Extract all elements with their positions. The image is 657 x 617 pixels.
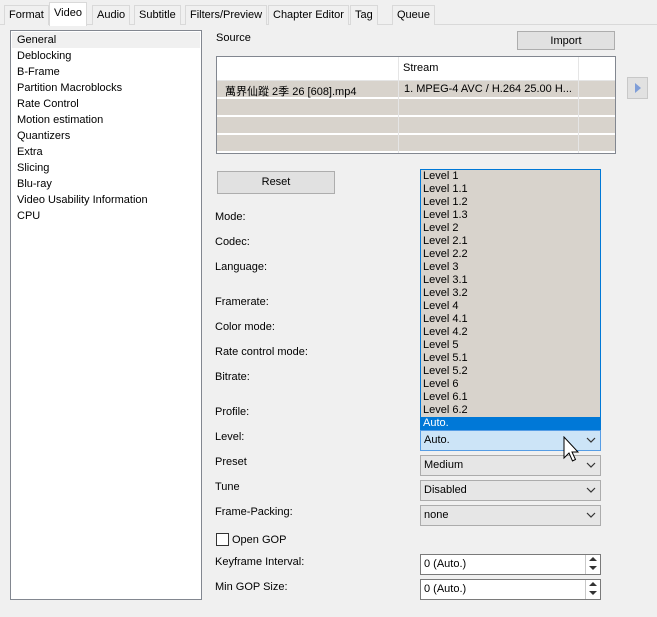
open-gop-checkbox[interactable] — [216, 533, 229, 546]
import-button[interactable]: Import — [517, 31, 615, 50]
nav-item-general[interactable]: General — [17, 32, 56, 48]
grid-column-divider — [398, 57, 399, 153]
frame-packing-combo-value: none — [424, 509, 449, 521]
source-stream-grid[interactable]: Stream 萬界仙蹤 2季 26 [608].mp4 1. MPEG-4 AV… — [216, 56, 616, 154]
grid-header: Stream — [217, 57, 615, 81]
settings-nav-list[interactable]: General Deblocking B-Frame Partition Mac… — [10, 30, 202, 600]
mouse-pointer-icon — [563, 436, 579, 462]
bottom-strip — [0, 600, 657, 617]
nav-item-cpu[interactable]: CPU — [17, 208, 40, 224]
spin-down-icon[interactable] — [589, 591, 597, 595]
nav-item-b-frame[interactable]: B-Frame — [17, 64, 60, 80]
chevron-down-icon — [586, 512, 596, 518]
dropdown-option[interactable]: Level 2 — [421, 222, 600, 235]
dropdown-option[interactable]: Level 1 — [421, 170, 600, 183]
source-label: Source — [216, 32, 251, 44]
row-stream-cell: 1. MPEG-4 AVC / H.264 25.00 H... — [404, 83, 572, 95]
dropdown-option[interactable]: Level 6.1 — [421, 391, 600, 404]
min-gop-size-label: Min GOP Size: — [215, 581, 288, 593]
table-row-empty — [217, 117, 615, 134]
framerate-label: Framerate: — [215, 296, 269, 308]
tab-chapter-editor[interactable]: Chapter Editor — [268, 5, 349, 25]
keyframe-interval-spinner[interactable]: 0 (Auto.) — [420, 554, 601, 575]
profile-label: Profile: — [215, 406, 250, 418]
rate-control-mode-label: Rate control mode: — [215, 346, 308, 358]
dropdown-option[interactable]: Level 1.3 — [421, 209, 600, 222]
grid-column-divider — [578, 57, 579, 153]
nav-item-blu-ray[interactable]: Blu-ray — [17, 176, 52, 192]
spin-down-icon[interactable] — [589, 566, 597, 570]
nav-item-partition-macroblocks[interactable]: Partition Macroblocks — [17, 80, 122, 96]
level-dropdown-list[interactable]: Level 1 Level 1.1 Level 1.2 Level 1.3 Le… — [420, 169, 601, 430]
nav-item-quantizers[interactable]: Quantizers — [17, 128, 70, 144]
play-arrow-icon — [635, 83, 641, 93]
dropdown-option[interactable]: Level 1.2 — [421, 196, 600, 209]
dropdown-option[interactable]: Level 5.2 — [421, 365, 600, 378]
dropdown-option[interactable]: Level 1.1 — [421, 183, 600, 196]
level-label: Level: — [215, 431, 245, 443]
dropdown-option[interactable]: Level 6.2 — [421, 404, 600, 417]
dropdown-option[interactable]: Level 2.1 — [421, 235, 600, 248]
next-arrow-button[interactable] — [627, 77, 648, 99]
dropdown-option-highlighted[interactable]: Auto. — [421, 417, 600, 430]
nav-item-slicing[interactable]: Slicing — [17, 160, 49, 176]
chevron-down-icon — [586, 487, 596, 493]
tune-combo[interactable]: Disabled — [420, 480, 601, 501]
reset-button[interactable]: Reset — [217, 171, 335, 194]
nav-item-deblocking[interactable]: Deblocking — [17, 48, 71, 64]
dropdown-option[interactable]: Level 4.1 — [421, 313, 600, 326]
frame-packing-combo[interactable]: none — [420, 505, 601, 526]
dropdown-option[interactable]: Level 5.1 — [421, 352, 600, 365]
mode-label: Mode: — [215, 211, 246, 223]
spin-up-icon[interactable] — [589, 582, 597, 586]
row-file-cell: 萬界仙蹤 2季 26 [608].mp4 — [225, 86, 357, 98]
table-row[interactable]: 萬界仙蹤 2季 26 [608].mp4 1. MPEG-4 AVC / H.2… — [217, 81, 615, 98]
spinner-buttons[interactable] — [585, 580, 600, 599]
spinner-buttons[interactable] — [585, 555, 600, 574]
nav-item-video-usability-information[interactable]: Video Usability Information — [17, 192, 148, 208]
tab-audio[interactable]: Audio — [92, 5, 131, 25]
tune-combo-value: Disabled — [424, 484, 467, 496]
spin-up-icon[interactable] — [589, 557, 597, 561]
dropdown-option[interactable]: Level 4 — [421, 300, 600, 313]
table-row-empty — [217, 99, 615, 116]
preset-label: Preset — [215, 456, 247, 468]
nav-item-rate-control[interactable]: Rate Control — [17, 96, 79, 112]
nav-item-extra[interactable]: Extra — [17, 144, 43, 160]
tab-video[interactable]: Video — [49, 2, 87, 26]
frame-packing-label: Frame-Packing: — [215, 506, 293, 518]
bitrate-label: Bitrate: — [215, 371, 250, 383]
tab-subtitle[interactable]: Subtitle — [134, 5, 181, 25]
grid-header-stream: Stream — [403, 62, 439, 74]
dropdown-option[interactable]: Level 6 — [421, 378, 600, 391]
nav-item-motion-estimation[interactable]: Motion estimation — [17, 112, 103, 128]
tab-bar: Format Video Audio Subtitle Filters/Prev… — [0, 0, 657, 26]
tab-tag[interactable]: Tag — [350, 5, 378, 25]
keyframe-interval-value: 0 (Auto.) — [424, 558, 467, 570]
open-gop-label: Open GOP — [232, 534, 287, 546]
dropdown-option[interactable]: Level 5 — [421, 339, 600, 352]
min-gop-size-value: 0 (Auto.) — [424, 583, 467, 595]
preset-combo-value: Medium — [424, 459, 464, 471]
dropdown-option[interactable]: Level 3 — [421, 261, 600, 274]
tab-filters-preview[interactable]: Filters/Preview — [185, 5, 268, 25]
dropdown-option[interactable]: Level 4.2 — [421, 326, 600, 339]
chevron-down-icon — [586, 462, 596, 468]
tune-label: Tune — [215, 481, 240, 493]
dropdown-option[interactable]: Level 2.2 — [421, 248, 600, 261]
min-gop-size-spinner[interactable]: 0 (Auto.) — [420, 579, 601, 600]
codec-label: Codec: — [215, 236, 250, 248]
chevron-down-icon — [586, 437, 596, 443]
color-mode-label: Color mode: — [215, 321, 275, 333]
level-combo-value: Auto. — [424, 434, 450, 446]
dropdown-option[interactable]: Level 3.1 — [421, 274, 600, 287]
tab-format[interactable]: Format — [4, 5, 49, 25]
keyframe-interval-label: Keyframe Interval: — [215, 556, 305, 568]
dropdown-option[interactable]: Level 3.2 — [421, 287, 600, 300]
table-row-empty — [217, 135, 615, 152]
tab-queue[interactable]: Queue — [392, 5, 436, 25]
language-label: Language: — [215, 261, 267, 273]
